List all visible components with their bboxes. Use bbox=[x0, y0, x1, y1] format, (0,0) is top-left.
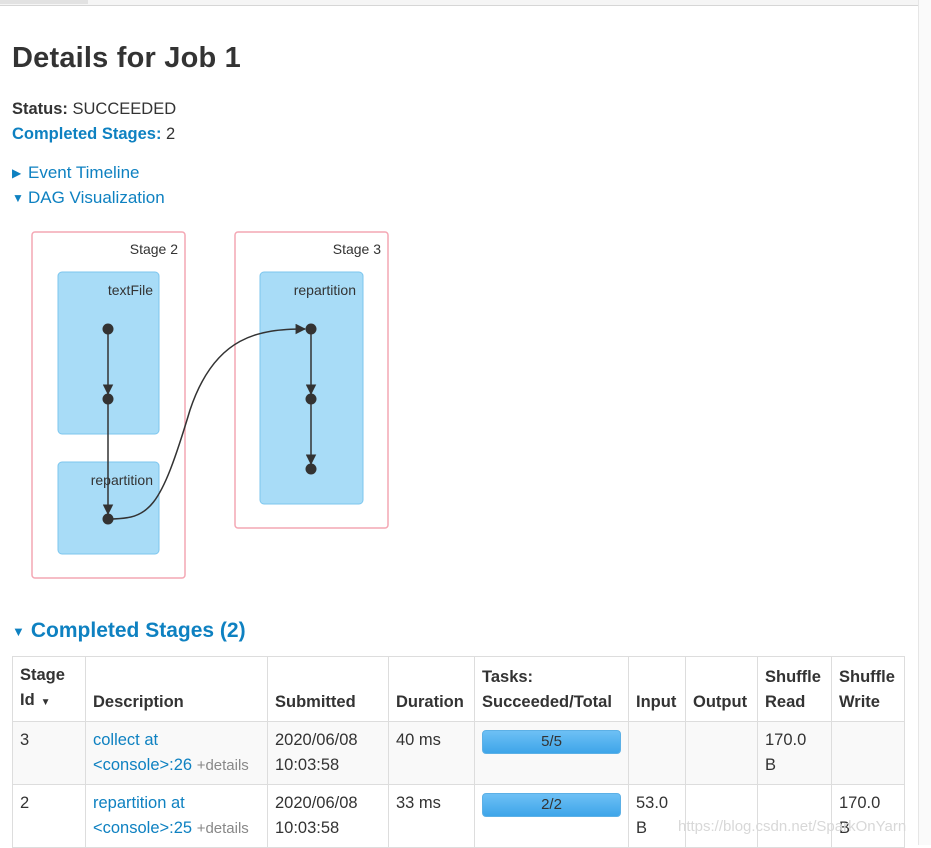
shuffle-write-cell: 170.0 B bbox=[831, 784, 905, 848]
browser-top-strip bbox=[0, 0, 931, 6]
caret-down-icon: ▼ bbox=[12, 191, 24, 205]
top-tab-indicator bbox=[0, 0, 88, 4]
column-header-input[interactable]: Input bbox=[628, 656, 686, 722]
table-header-row: Stage Id ▼ Description Submitted Duration… bbox=[12, 656, 905, 722]
rdd-node[interactable] bbox=[305, 463, 317, 475]
event-timeline-toggle[interactable]: ▶ Event Timeline bbox=[12, 163, 140, 183]
completed-stages-summary: Completed Stages: 2 bbox=[12, 125, 175, 144]
status-value: SUCCEEDED bbox=[72, 100, 177, 118]
operation-label: textFile bbox=[108, 282, 153, 298]
page-title: Details for Job 1 bbox=[12, 42, 242, 74]
rdd-node[interactable] bbox=[305, 393, 317, 405]
job-status: Status: SUCCEEDED bbox=[12, 100, 176, 119]
rdd-node[interactable] bbox=[102, 513, 114, 525]
tasks-cell: 5/5 bbox=[474, 721, 629, 785]
rdd-node[interactable] bbox=[102, 323, 114, 335]
details-toggle[interactable]: +details bbox=[197, 757, 249, 774]
output-cell bbox=[685, 784, 758, 848]
completed-stages-title: Completed Stages (2) bbox=[30, 619, 246, 642]
dag-visualization: Stage 2 textFile repartition Stage 3 rep… bbox=[31, 231, 389, 579]
details-toggle[interactable]: +details bbox=[197, 820, 249, 837]
column-header-description[interactable]: Description bbox=[85, 656, 268, 722]
column-header-duration[interactable]: Duration bbox=[388, 656, 475, 722]
dag-visualization-label: DAG Visualization bbox=[28, 188, 165, 207]
duration-cell: 40 ms bbox=[388, 721, 475, 785]
submitted-cell: 2020/06/08 10:03:58 bbox=[267, 784, 389, 848]
operation-label: repartition bbox=[294, 282, 356, 298]
caret-down-icon: ▼ bbox=[12, 623, 25, 639]
description-cell: collect at <console>:26 +details bbox=[85, 721, 268, 785]
column-header-stage-id[interactable]: Stage Id ▼ bbox=[12, 656, 86, 722]
rdd-node[interactable] bbox=[102, 393, 114, 405]
shuffle-read-cell bbox=[757, 784, 832, 848]
stage-description-link[interactable]: repartition at <console>:25 bbox=[93, 794, 192, 837]
stage-description-link[interactable]: collect at <console>:26 bbox=[93, 731, 192, 774]
column-header-tasks[interactable]: Tasks: Succeeded/Total bbox=[474, 656, 629, 722]
column-header-shuffle-write[interactable]: Shuffle Write bbox=[831, 656, 905, 722]
watermark: https://blog.csdn.net/SparkOnYarn bbox=[678, 818, 907, 835]
tasks-progress-bar: 2/2 bbox=[482, 793, 621, 817]
sort-desc-icon: ▼ bbox=[40, 697, 51, 708]
column-header-output[interactable]: Output bbox=[685, 656, 758, 722]
completed-stages-link[interactable]: Completed Stages: bbox=[12, 125, 161, 143]
status-label: Status: bbox=[12, 100, 68, 118]
tasks-progress-bar: 5/5 bbox=[482, 730, 621, 754]
dag-visualization-toggle[interactable]: ▼ DAG Visualization bbox=[12, 188, 165, 208]
stage-label: Stage 3 bbox=[333, 241, 381, 257]
column-header-shuffle-read[interactable]: Shuffle Read bbox=[757, 656, 832, 722]
tasks-cell: 2/2 bbox=[474, 784, 629, 848]
description-cell: repartition at <console>:25 +details bbox=[85, 784, 268, 848]
submitted-cell: 2020/06/08 10:03:58 bbox=[267, 721, 389, 785]
stage-id-cell: 3 bbox=[12, 721, 86, 785]
input-cell: 53.0 B bbox=[628, 784, 686, 848]
output-cell bbox=[685, 721, 758, 785]
operation-label: repartition bbox=[91, 472, 153, 488]
duration-cell: 33 ms bbox=[388, 784, 475, 848]
shuffle-write-cell bbox=[831, 721, 905, 785]
stage-id-cell: 2 bbox=[12, 784, 86, 848]
column-header-submitted[interactable]: Submitted bbox=[267, 656, 389, 722]
table-row: 3 collect at <console>:26 +details 2020/0… bbox=[12, 721, 905, 785]
page-scrollbar[interactable] bbox=[918, 0, 931, 845]
input-cell bbox=[628, 721, 686, 785]
completed-stages-count: 2 bbox=[166, 125, 176, 143]
stage-label: Stage 2 bbox=[130, 241, 178, 257]
table-row: 2 repartition at <console>:25 +details 20… bbox=[12, 784, 905, 848]
completed-stages-header[interactable]: ▼ Completed Stages (2) bbox=[12, 619, 246, 643]
caret-right-icon: ▶ bbox=[12, 166, 22, 180]
shuffle-read-cell: 170.0 B bbox=[757, 721, 832, 785]
rdd-node[interactable] bbox=[305, 323, 317, 335]
event-timeline-label: Event Timeline bbox=[28, 163, 140, 182]
